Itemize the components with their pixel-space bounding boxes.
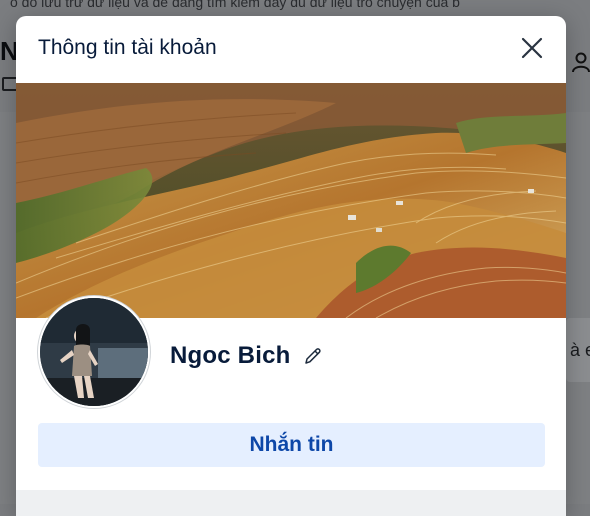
background-card: à e <box>566 318 590 382</box>
avatar[interactable] <box>38 296 150 408</box>
account-info-modal: Thông tin tài khoản Ngoc Bich Nhắn tin <box>16 16 566 516</box>
pencil-icon[interactable] <box>303 346 323 366</box>
background-card-text: à e <box>570 340 590 360</box>
message-button[interactable]: Nhắn tin <box>38 423 545 467</box>
section-divider <box>16 490 566 516</box>
background-banner-text: ó do lưu trữ dữ liệu và dễ dàng tìm kiếm… <box>10 0 460 10</box>
background-user-icon <box>572 52 590 73</box>
profile-name: Ngoc Bich <box>170 342 291 369</box>
cover-photo <box>16 83 566 318</box>
modal-title: Thông tin tài khoản <box>38 36 217 59</box>
avatar-photo <box>40 298 148 406</box>
modal-header: Thông tin tài khoản <box>16 16 566 82</box>
close-icon[interactable] <box>516 32 548 64</box>
